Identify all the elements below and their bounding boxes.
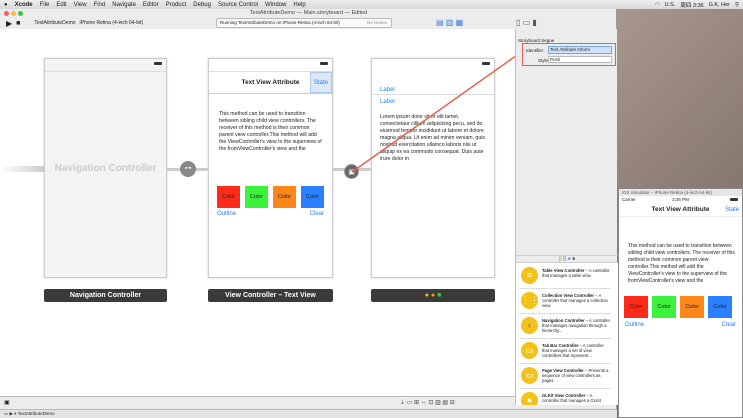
table-view-controller-icon: ≡	[521, 267, 538, 284]
menu-file[interactable]: File	[40, 2, 50, 8]
style-label: Style	[538, 58, 549, 63]
ios-nav-title: Text View Attribute	[651, 206, 710, 213]
user-name[interactable]: G.K. Her	[709, 2, 730, 8]
spotlight-icon[interactable]: ⚲	[735, 2, 739, 8]
library-item[interactable]: ● GLKit View Controller – A controller th…	[519, 390, 611, 405]
library-item[interactable]: ‹ Navigation Controller – A controller th…	[519, 315, 611, 339]
library-item[interactable]: ≡ Table View Controller – A controller th…	[519, 265, 611, 289]
library-item[interactable]: ▭ Tab Bar Controller – A controller that …	[519, 340, 611, 364]
menu-debug[interactable]: Debug	[193, 2, 211, 8]
menu-window[interactable]: Window	[265, 2, 286, 8]
zoom-button[interactable]	[18, 10, 23, 16]
navigation-controller-icon: ‹	[521, 317, 538, 334]
ios-color-green[interactable]: Color	[652, 296, 676, 318]
debug-bar: ▣ ⇣ ▭ ⊞ ⇔ ⊡ ▥ ▤ ⊟	[0, 396, 515, 409]
collection-view-controller-icon: ⋮⋮	[521, 292, 539, 309]
menu-view[interactable]: View	[74, 2, 87, 8]
document-outline-toggle-icon[interactable]: ▣	[4, 399, 10, 406]
menu-product[interactable]: Product	[166, 2, 187, 8]
library-tabs[interactable]: ▯ {} ● ■	[516, 255, 618, 263]
device-selector[interactable]: iPhone Retina (4-inch 64-bit)	[80, 20, 144, 26]
view-toggle-icons[interactable]: ▯ ▭ ▮	[516, 18, 537, 27]
scheme-selector[interactable]: TextAttributeDemo	[34, 20, 75, 26]
clock[interactable]: 周四 3:36	[680, 1, 703, 9]
menu-navigate[interactable]: Navigate	[112, 2, 136, 8]
menu-help[interactable]: Help	[293, 2, 305, 8]
identifier-label: Identifier	[526, 48, 544, 53]
minimize-button[interactable]	[11, 10, 16, 16]
ios-simulator-window[interactable]: iOS Simulator – iPhone Retina (4-inch 64…	[618, 188, 743, 418]
menu-source-control[interactable]: Source Control	[218, 2, 258, 8]
wifi-icon[interactable]: ◠	[655, 2, 660, 8]
debug-toggle-icon[interactable]: ▭ ▶ ⏸	[4, 411, 16, 416]
title-bar: TextAttributeDemo — Main.storyboard — Ed…	[0, 9, 617, 17]
ios-color-orange[interactable]: Color	[680, 296, 704, 318]
ios-status-bar: Carrier 3:36 PM	[619, 196, 742, 203]
ios-text-view[interactable]: This method can be used to transition be…	[619, 243, 742, 285]
annotation-arrow	[351, 55, 515, 173]
attributes-inspector: Storyboard Segue Identifier Text Attribu…	[515, 29, 618, 405]
close-button[interactable]	[4, 10, 9, 16]
editor-mode-icons[interactable]: ▤ ▥ ▦	[436, 18, 463, 27]
ios-state-button[interactable]: State	[725, 203, 739, 217]
activity-status: Running TextAttributeDemo on iPhone Reti…	[220, 20, 340, 25]
menu-find[interactable]: Find	[94, 2, 106, 8]
menu-bar: ● Xcode File Edit View Find Navigate Edi…	[0, 0, 743, 9]
storyboard-canvas[interactable]: Navigation Controller Navigation Control…	[0, 29, 515, 396]
run-icon[interactable]: ▶	[6, 19, 12, 28]
page-view-controller-icon: ▭	[521, 367, 538, 384]
apple-menu-icon[interactable]: ●	[4, 2, 8, 8]
library-item[interactable]: ▭ Page View Controller – Presents a seque…	[519, 365, 611, 389]
window-title: TextAttributeDemo — Main.storyboard — Ed…	[249, 10, 368, 16]
issues-status: No Issues	[366, 20, 387, 25]
ios-time: 3:36 PM	[672, 197, 689, 202]
layout-controls[interactable]: ⇣ ▭ ⊞ ⇔ ⊡ ▥ ▤ ⊟	[400, 399, 455, 406]
menu-edit[interactable]: Edit	[56, 2, 66, 8]
simulator-title: iOS Simulator – iPhone Retina (4-inch 64…	[619, 189, 742, 196]
glkit-view-controller-icon: ●	[521, 392, 538, 405]
library-item[interactable]: ⋮⋮ Collection View Controller – A control…	[519, 290, 611, 314]
toolbar: ▶ ■ TextAttributeDemo iPhone Retina (4-i…	[0, 17, 617, 29]
ios-clear-button[interactable]: Clear	[722, 322, 736, 328]
ios-color-blue[interactable]: Color	[708, 296, 732, 318]
identifier-field[interactable]: Text Attribute Inform	[548, 46, 612, 54]
ios-nav-bar: Text View Attribute State	[619, 203, 742, 217]
battery-icon	[730, 198, 738, 201]
menu-app[interactable]: Xcode	[15, 2, 33, 8]
menu-editor[interactable]: Editor	[143, 2, 159, 8]
debug-target: TextAttributeDemo	[17, 411, 55, 416]
object-library: ≡ Table View Controller – A controller th…	[516, 263, 618, 405]
input-source[interactable]: U.S.	[665, 2, 676, 8]
stop-icon[interactable]: ■	[16, 20, 20, 27]
tab-bar-controller-icon: ▭	[521, 342, 538, 359]
style-select[interactable]: Push	[548, 56, 612, 63]
activity-viewer: Running TextAttributeDemo on iPhone Reti…	[216, 18, 392, 28]
ios-color-red[interactable]: Color	[624, 296, 648, 318]
debug-area-bar: ▭ ▶ ⏸ TextAttributeDemo	[0, 409, 617, 418]
ios-outline-button[interactable]: Outline	[625, 322, 644, 328]
